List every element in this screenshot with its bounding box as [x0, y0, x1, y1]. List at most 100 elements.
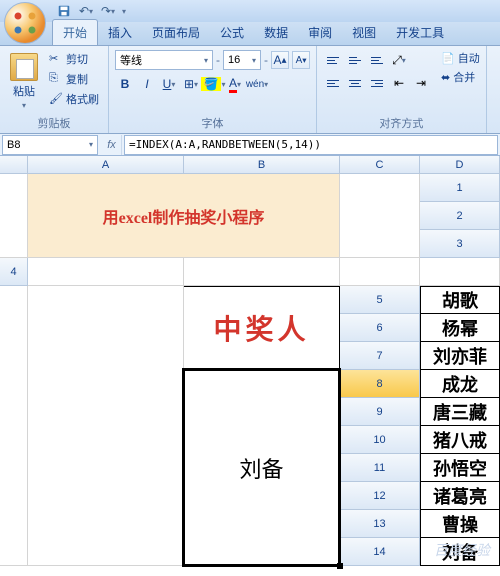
- ribbon-tabs: 开始 插入 页面布局 公式 数据 审阅 视图 开发工具: [0, 22, 500, 46]
- grow-font-button[interactable]: A▴: [271, 51, 289, 69]
- copy-button[interactable]: ⎘复制: [46, 70, 102, 88]
- watermark: 百度经验: [434, 540, 490, 560]
- col-header-b[interactable]: B: [184, 156, 340, 174]
- cell[interactable]: [420, 258, 500, 286]
- row-header[interactable]: 1: [420, 174, 500, 202]
- row-header[interactable]: 6: [340, 314, 420, 342]
- italic-button[interactable]: I: [137, 74, 157, 94]
- name-cell[interactable]: 猪八戒: [420, 426, 500, 454]
- row-header[interactable]: 9: [340, 398, 420, 426]
- align-center-button[interactable]: [345, 73, 365, 93]
- chevron-down-icon: ▾: [89, 140, 93, 149]
- office-button[interactable]: [4, 2, 46, 44]
- align-top-button[interactable]: [323, 50, 343, 70]
- align-middle-button[interactable]: [345, 50, 365, 70]
- paste-icon: [10, 53, 38, 81]
- select-all-corner[interactable]: [0, 156, 28, 174]
- col-header-c[interactable]: C: [340, 156, 420, 174]
- tab-page-layout[interactable]: 页面布局: [142, 20, 210, 45]
- redo-icon[interactable]: ↷▾: [100, 3, 116, 19]
- border-button[interactable]: ⊞▾: [181, 74, 201, 94]
- tab-home[interactable]: 开始: [52, 19, 98, 45]
- cell[interactable]: [340, 258, 420, 286]
- fill-handle[interactable]: [337, 563, 343, 569]
- cell[interactable]: [0, 174, 28, 258]
- name-cell[interactable]: 杨幂: [420, 314, 500, 342]
- phonetic-button[interactable]: wén▾: [247, 74, 267, 94]
- paste-button[interactable]: 粘贴 ▾: [6, 50, 42, 113]
- font-color-button[interactable]: A▾: [225, 74, 245, 94]
- row-header[interactable]: 13: [340, 510, 420, 538]
- name-cell[interactable]: 孙悟空: [420, 454, 500, 482]
- wrap-text-button[interactable]: 📄 自动: [441, 50, 480, 66]
- col-header-a[interactable]: A: [28, 156, 184, 174]
- name-cell[interactable]: 唐三藏: [420, 398, 500, 426]
- tab-review[interactable]: 审阅: [298, 20, 342, 45]
- copy-icon: ⎘: [49, 72, 63, 86]
- undo-icon[interactable]: ↶▾: [78, 3, 94, 19]
- align-right-button[interactable]: [367, 73, 387, 93]
- worksheet[interactable]: A B C D 1 用excel制作抽奖小程序 2 3 4 5 胡歌 中奖人 6…: [0, 156, 500, 566]
- formula-input[interactable]: =INDEX(A:A,RANDBETWEEN(5,14)): [124, 135, 498, 155]
- col-header-d[interactable]: D: [420, 156, 500, 174]
- brush-icon: 🖌: [49, 92, 63, 106]
- chevron-down-icon: ▾: [252, 56, 256, 65]
- align-bottom-button[interactable]: [367, 50, 387, 70]
- clipboard-group-label: 剪贴板: [6, 113, 102, 131]
- name-cell[interactable]: 成龙: [420, 370, 500, 398]
- underline-button[interactable]: U▾: [159, 74, 179, 94]
- row-header[interactable]: 3: [420, 230, 500, 258]
- row-header[interactable]: 8: [340, 370, 420, 398]
- name-box[interactable]: B8▾: [2, 135, 98, 155]
- row-header[interactable]: 14: [340, 538, 420, 566]
- scissors-icon: ✂: [49, 52, 63, 66]
- name-cell[interactable]: 胡歌: [420, 286, 500, 314]
- font-size-select[interactable]: 16▾: [223, 50, 261, 70]
- font-group-label: 字体: [115, 113, 310, 131]
- name-cell[interactable]: 诸葛亮: [420, 482, 500, 510]
- title-cell[interactable]: 用excel制作抽奖小程序: [28, 174, 340, 258]
- group-clipboard: 粘贴 ▾ ✂剪切 ⎘复制 🖌格式刷 剪贴板: [0, 46, 109, 133]
- format-painter-button[interactable]: 🖌格式刷: [46, 90, 102, 108]
- winner-value-cell[interactable]: 刘备: [184, 370, 340, 566]
- save-icon[interactable]: [56, 3, 72, 19]
- font-name-select[interactable]: 等线▾: [115, 50, 213, 70]
- row-header[interactable]: 5: [340, 286, 420, 314]
- fx-button[interactable]: fx: [102, 135, 122, 155]
- group-alignment: ⤢▾ ⇤ ⇥ 📄 自动 ⬌ 合并 对齐方式: [317, 46, 487, 133]
- formula-bar: B8▾ fx =INDEX(A:A,RANDBETWEEN(5,14)): [0, 134, 500, 156]
- cell[interactable]: [28, 258, 184, 286]
- qat-customize[interactable]: ▾: [122, 7, 126, 16]
- merge-button[interactable]: ⬌ 合并: [441, 69, 480, 85]
- name-cell[interactable]: 曹操: [420, 510, 500, 538]
- cell[interactable]: [184, 258, 340, 286]
- row-header[interactable]: 7: [340, 342, 420, 370]
- name-cell[interactable]: 刘亦菲: [420, 342, 500, 370]
- quick-access-toolbar: ↶▾ ↷▾ ▾: [56, 3, 126, 19]
- tab-formulas[interactable]: 公式: [210, 20, 254, 45]
- tab-insert[interactable]: 插入: [98, 20, 142, 45]
- row-header[interactable]: 4: [0, 258, 28, 286]
- increase-indent-button[interactable]: ⇥: [411, 73, 431, 93]
- bold-button[interactable]: B: [115, 74, 135, 94]
- cut-button[interactable]: ✂剪切: [46, 50, 102, 68]
- decrease-indent-button[interactable]: ⇤: [389, 73, 409, 93]
- cell[interactable]: [28, 286, 184, 566]
- orientation-button[interactable]: ⤢▾: [389, 50, 409, 70]
- shrink-font-button[interactable]: A▾: [292, 51, 310, 69]
- row-header[interactable]: 2: [420, 202, 500, 230]
- winner-label-cell[interactable]: 中奖人: [184, 286, 340, 370]
- row-header[interactable]: 10: [340, 426, 420, 454]
- fill-color-button[interactable]: 🪣▾: [203, 74, 223, 94]
- group-font: 等线▾ - 16▾ - A▴ A▾ B I U▾ ⊞▾ 🪣▾ A▾ wén▾ 字…: [109, 46, 317, 133]
- chevron-down-icon: ▾: [204, 56, 208, 65]
- cell[interactable]: [0, 286, 28, 566]
- cell[interactable]: [340, 174, 420, 258]
- tab-developer[interactable]: 开发工具: [386, 20, 454, 45]
- tab-data[interactable]: 数据: [254, 20, 298, 45]
- row-header[interactable]: 12: [340, 482, 420, 510]
- ribbon: 粘贴 ▾ ✂剪切 ⎘复制 🖌格式刷 剪贴板 等线▾ - 16▾ - A▴ A▾ …: [0, 46, 500, 134]
- row-header[interactable]: 11: [340, 454, 420, 482]
- tab-view[interactable]: 视图: [342, 20, 386, 45]
- align-left-button[interactable]: [323, 73, 343, 93]
